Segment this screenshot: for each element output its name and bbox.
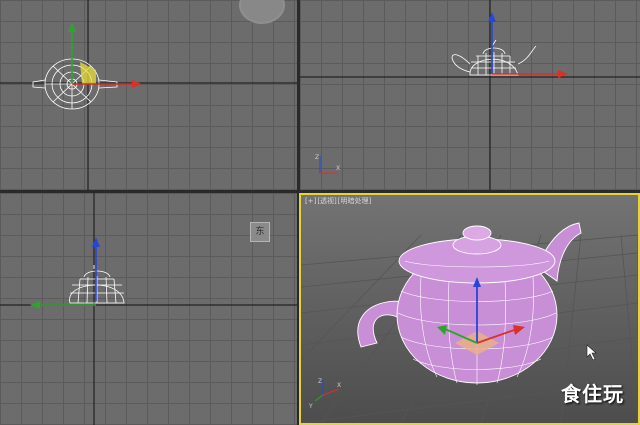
tripod-z-label: Z	[318, 378, 322, 385]
viewport-shading-label[interactable]: [明暗处理]	[338, 197, 371, 205]
tripod-x-label: X	[336, 165, 340, 172]
viewport-menu-plus[interactable]: [+]	[305, 197, 316, 205]
tripod-y-label: Y	[308, 403, 313, 410]
top-left-viewport[interactable]	[0, 0, 297, 190]
bottom-left-viewport[interactable]: 东	[0, 193, 297, 425]
tripod-z-label: Z	[315, 154, 319, 161]
watermark-text: 食住玩	[561, 382, 624, 406]
viewport-view-label[interactable]: [透视]	[317, 197, 336, 205]
top-view-scene	[0, 0, 297, 190]
teapot-front-view	[451, 39, 537, 76]
axis-tripod-icon: Z X	[315, 154, 340, 174]
top-right-viewport[interactable]: Z X	[300, 0, 640, 190]
perspective-viewport[interactable]: Z X Y [+][透视][明暗处理] 食住玩	[299, 193, 640, 425]
tripod-x-label: X	[337, 382, 341, 389]
front-view-scene: Z X	[300, 0, 640, 190]
viewcube-icon[interactable]: 东	[250, 222, 270, 242]
viewport-label[interactable]: [+][透视][明暗处理]	[305, 196, 372, 206]
